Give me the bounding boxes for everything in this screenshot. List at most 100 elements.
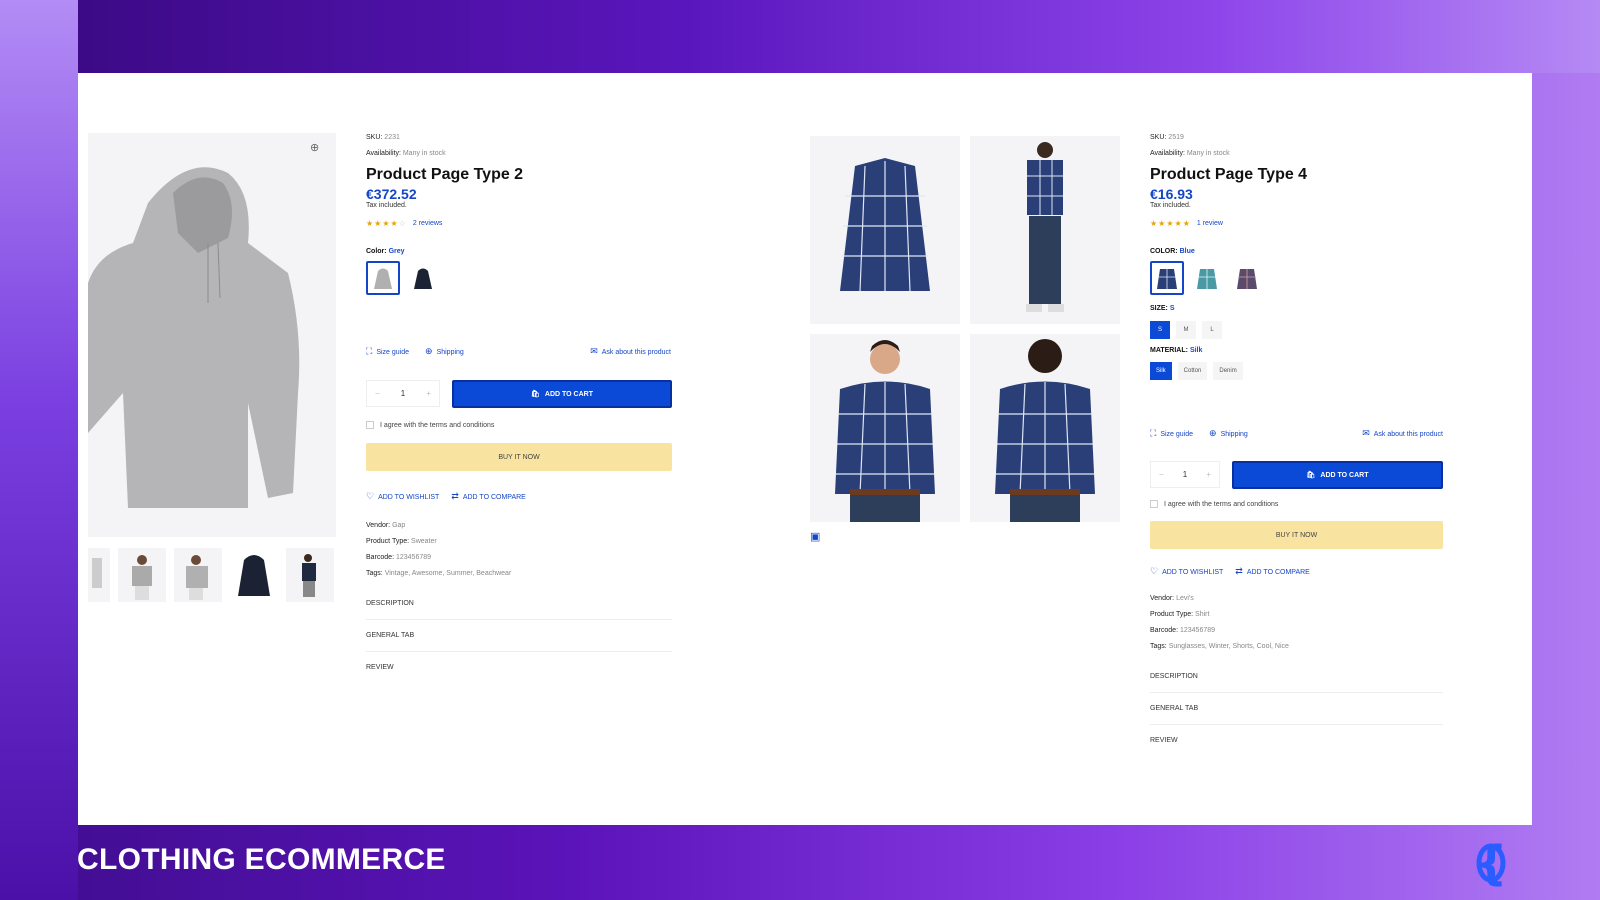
rating-stars: ★★★★☆: [366, 219, 407, 228]
mail-icon: ✉: [1362, 428, 1370, 438]
curly-brace-o-logo-icon: {: [1455, 832, 1527, 892]
size-option-l[interactable]: L: [1202, 321, 1222, 339]
left-links-row: ⛶ Size guide ⊕ Shipping ✉ Ask about this pr…: [366, 346, 671, 357]
terms-checkbox[interactable]: I agree with the terms and conditions: [1150, 500, 1278, 508]
main-product-image[interactable]: [88, 133, 336, 537]
swatch-navy[interactable]: [406, 261, 440, 295]
zoom-icon[interactable]: ⊕: [310, 141, 319, 154]
quantity-stepper[interactable]: −1 +: [366, 380, 440, 407]
screenshot-canvas: ⊕ SKU: 2231 Availability: Many in stock …: [78, 73, 1532, 825]
swatch-grey[interactable]: [366, 261, 400, 295]
availability-value: Many in stock: [402, 150, 446, 157]
plus-icon[interactable]: +: [426, 389, 431, 398]
left-gradient-band: [0, 0, 78, 900]
ruler-icon: ⛶: [366, 346, 373, 356]
tax-note: Tax included.: [1150, 202, 1191, 209]
compare-icon: ⇄: [451, 491, 459, 501]
material-option-denim[interactable]: Denim: [1213, 362, 1243, 380]
gallery-image-4[interactable]: [970, 334, 1120, 522]
wishlist-link[interactable]: ♡ ADD TO WISHLIST: [1150, 566, 1223, 577]
rating-row: ★★★★★ 1 review: [1150, 219, 1443, 228]
right-product-meta: Vendor: Levi's Product Type: Shirt Barco…: [1150, 591, 1443, 756]
terms-checkbox[interactable]: I agree with the terms and conditions: [366, 421, 494, 429]
shipping-link[interactable]: ⊕ Shipping: [425, 346, 464, 357]
thumbnail-5[interactable]: [286, 548, 334, 602]
tab-general[interactable]: GENERAL TAB: [366, 620, 672, 652]
swatch-teal[interactable]: [1190, 261, 1224, 295]
color-swatches: [1150, 261, 1443, 295]
left-product-meta: Vendor: Gap Product Type: Sweater Barcod…: [366, 518, 672, 683]
color-label: COLOR: Blue: [1150, 248, 1195, 255]
rating-row: ★★★★☆ 2 reviews: [366, 219, 671, 228]
right-wish-compare: ♡ ADD TO WISHLIST ⇄ ADD TO COMPARE: [1150, 566, 1310, 577]
tab-description[interactable]: DESCRIPTION: [366, 588, 672, 620]
right-links-row: ⛶ Size guide ⊕ Shipping ✉ Ask about this pr…: [1150, 428, 1443, 439]
right-gallery-grid: [810, 136, 1120, 522]
size-option-s[interactable]: S: [1150, 321, 1170, 339]
wishlist-link[interactable]: ♡ ADD TO WISHLIST: [366, 491, 439, 502]
thumbnail-strip: [88, 548, 336, 603]
add-to-cart-button[interactable]: 🛍 ADD TO CART: [1232, 461, 1443, 489]
buy-now-button[interactable]: BUY IT NOW: [366, 443, 672, 471]
compare-icon: ⇄: [1235, 566, 1243, 576]
left-product-info: SKU: 2231 Availability: Many in stock Pr…: [366, 130, 671, 295]
minus-icon[interactable]: −: [375, 389, 380, 398]
minus-icon[interactable]: −: [1159, 470, 1164, 479]
heart-icon: ♡: [1150, 566, 1159, 576]
size-option-m[interactable]: M: [1176, 321, 1196, 339]
thumbnail-1[interactable]: [88, 548, 110, 602]
ask-about-link[interactable]: ✉ Ask about this product: [1362, 428, 1443, 439]
compare-link[interactable]: ⇄ ADD TO COMPARE: [1235, 566, 1310, 577]
rating-stars: ★★★★★: [1150, 219, 1191, 228]
tax-note: Tax included.: [366, 202, 407, 209]
thumbnail-2[interactable]: [118, 548, 166, 602]
thumbnail-4[interactable]: [230, 548, 278, 602]
reviews-link[interactable]: 2 reviews: [413, 220, 443, 227]
size-label: SIZE: S: [1150, 305, 1175, 312]
swatch-plum[interactable]: [1230, 261, 1264, 295]
plus-icon[interactable]: +: [1206, 470, 1211, 479]
buy-now-button[interactable]: BUY IT NOW: [1150, 521, 1443, 549]
tab-review[interactable]: REVIEW: [1150, 725, 1443, 756]
thumbnail-3[interactable]: [174, 548, 222, 602]
tab-review[interactable]: REVIEW: [366, 652, 672, 683]
size-guide-link[interactable]: ⛶ Size guide: [1150, 428, 1193, 439]
shipping-link[interactable]: ⊕ Shipping: [1209, 428, 1248, 439]
ask-about-link[interactable]: ✉ Ask about this product: [590, 346, 671, 357]
size-guide-link[interactable]: ⛶ Size guide: [366, 346, 409, 357]
sku-value: 2231: [384, 134, 400, 141]
globe-icon: ⊕: [425, 346, 433, 356]
product-title: Product Page Type 4: [1150, 166, 1308, 183]
tab-general[interactable]: GENERAL TAB: [1150, 693, 1443, 725]
bag-icon: 🛍: [531, 391, 540, 398]
right-product-info: SKU: 2519 Availability: Many in stock Pr…: [1150, 130, 1443, 380]
product-price: €372.52: [366, 186, 417, 202]
swatch-blue[interactable]: [1150, 261, 1184, 295]
mail-icon: ✉: [590, 346, 598, 356]
top-gradient-band: [78, 0, 1600, 73]
material-options: Silk Cotton Denim: [1150, 359, 1443, 380]
material-label: MATERIAL: Silk: [1150, 347, 1203, 354]
size-options: SML: [1150, 318, 1443, 339]
material-option-silk[interactable]: Silk: [1150, 362, 1172, 380]
add-to-cart-button[interactable]: 🛍 ADD TO CART: [452, 380, 672, 408]
left-wish-compare: ♡ ADD TO WISHLIST ⇄ ADD TO COMPARE: [366, 491, 526, 502]
ruler-icon: ⛶: [1150, 428, 1157, 438]
product-title: Product Page Type 2: [366, 166, 524, 183]
quantity-stepper[interactable]: −1 +: [1150, 461, 1220, 488]
bag-icon: 🛍: [1306, 472, 1316, 479]
reviews-link[interactable]: 1 review: [1197, 220, 1223, 227]
globe-icon: ⊕: [1209, 428, 1217, 438]
footer-title: CLOTHING ECOMMERCE: [77, 843, 446, 876]
color-label: Color: Grey: [366, 248, 405, 255]
material-option-cotton[interactable]: Cotton: [1177, 362, 1208, 380]
tab-description[interactable]: DESCRIPTION: [1150, 661, 1443, 693]
gallery-image-2[interactable]: [970, 136, 1120, 324]
compare-link[interactable]: ⇄ ADD TO COMPARE: [451, 491, 526, 502]
gallery-image-3[interactable]: [810, 334, 960, 522]
color-swatches: [366, 261, 671, 295]
gallery-image-1[interactable]: [810, 136, 960, 324]
video-icon[interactable]: ▣: [810, 530, 820, 543]
product-price: €16.93: [1150, 186, 1193, 202]
heart-icon: ♡: [366, 491, 375, 501]
